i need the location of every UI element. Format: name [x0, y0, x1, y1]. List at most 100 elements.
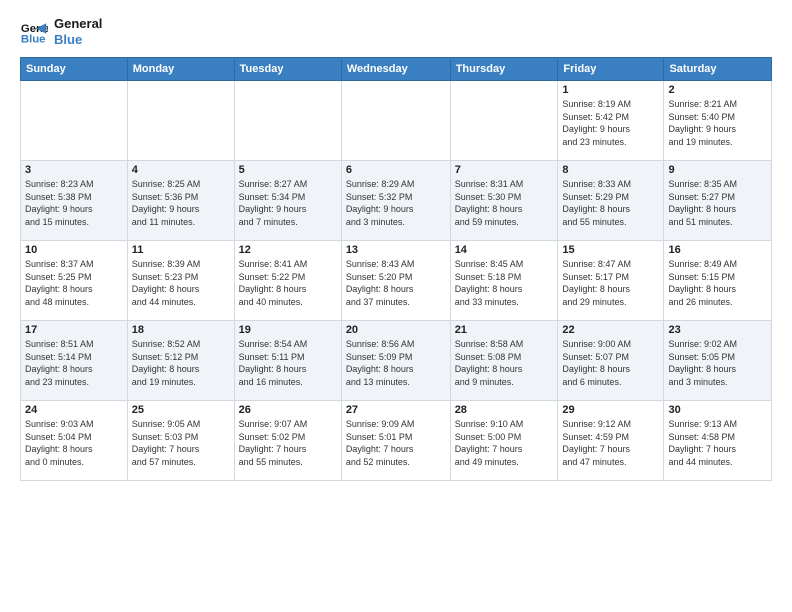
logo: General Blue General Blue — [20, 16, 102, 47]
day-number: 22 — [562, 324, 659, 336]
weekday-header-saturday: Saturday — [664, 58, 772, 81]
calendar-cell: 25 Sunrise: 9:05 AM Sunset: 5:03 PM Dayli… — [127, 401, 234, 481]
logo-text-blue: Blue — [54, 32, 102, 48]
calendar-cell: 26Sunrise: 9:07 AM Sunset: 5:02 PM Dayli… — [234, 401, 341, 481]
calendar-cell: 14 Sunrise: 8:45 AM Sunset: 5:18 PM Dayli… — [450, 241, 558, 321]
calendar-cell: 9Sunrise: 8:35 AM Sunset: 5:27 PM Daylig… — [664, 161, 772, 241]
weekday-header-monday: Monday — [127, 58, 234, 81]
calendar-cell: 4 Sunrise: 8:25 AM Sunset: 5:36 PM Daylig… — [127, 161, 234, 241]
day-info: Sunrise: 8:43 AM Sunset: 5:20 PM Dayligh… — [346, 258, 446, 308]
day-number: 6 — [346, 164, 446, 176]
calendar-cell: 21 Sunrise: 8:58 AM Sunset: 5:08 PM Dayli… — [450, 321, 558, 401]
day-info: Sunrise: 9:02 AM Sunset: 5:05 PM Dayligh… — [668, 338, 767, 388]
day-info: Sunrise: 9:12 AM Sunset: 4:59 PM Dayligh… — [562, 418, 659, 468]
day-number: 2 — [668, 84, 767, 96]
day-info: Sunrise: 8:29 AM Sunset: 5:32 PM Dayligh… — [346, 178, 446, 228]
calendar-cell: 6 Sunrise: 8:29 AM Sunset: 5:32 PM Daylig… — [341, 161, 450, 241]
calendar-week-2: 3 Sunrise: 8:23 AM Sunset: 5:38 PM Daylig… — [21, 161, 772, 241]
day-info: Sunrise: 8:58 AM Sunset: 5:08 PM Dayligh… — [455, 338, 554, 388]
calendar-cell: 27 Sunrise: 9:09 AM Sunset: 5:01 PM Dayli… — [341, 401, 450, 481]
calendar-cell: 19 Sunrise: 8:54 AM Sunset: 5:11 PM Dayli… — [234, 321, 341, 401]
calendar-week-3: 10 Sunrise: 8:37 AM Sunset: 5:25 PM Dayli… — [21, 241, 772, 321]
day-number: 7 — [455, 164, 554, 176]
day-info: Sunrise: 8:23 AM Sunset: 5:38 PM Dayligh… — [25, 178, 123, 228]
calendar-cell: 13Sunrise: 8:43 AM Sunset: 5:20 PM Dayli… — [341, 241, 450, 321]
calendar-cell: 18 Sunrise: 8:52 AM Sunset: 5:12 PM Dayli… — [127, 321, 234, 401]
calendar-cell — [450, 81, 558, 161]
day-number: 25 — [132, 404, 230, 416]
weekday-header-sunday: Sunday — [21, 58, 128, 81]
calendar-cell: 8 Sunrise: 8:33 AM Sunset: 5:29 PM Daylig… — [558, 161, 664, 241]
day-number: 9 — [668, 164, 767, 176]
day-number: 17 — [25, 324, 123, 336]
calendar-cell: 1 Sunrise: 8:19 AM Sunset: 5:42 PM Daylig… — [558, 81, 664, 161]
day-number: 27 — [346, 404, 446, 416]
calendar-week-1: 1 Sunrise: 8:19 AM Sunset: 5:42 PM Daylig… — [21, 81, 772, 161]
calendar-cell: 20 Sunrise: 8:56 AM Sunset: 5:09 PM Dayli… — [341, 321, 450, 401]
day-info: Sunrise: 8:41 AM Sunset: 5:22 PM Dayligh… — [239, 258, 337, 308]
day-number: 24 — [25, 404, 123, 416]
calendar-cell — [341, 81, 450, 161]
calendar-cell: 28Sunrise: 9:10 AM Sunset: 5:00 PM Dayli… — [450, 401, 558, 481]
day-info: Sunrise: 9:00 AM Sunset: 5:07 PM Dayligh… — [562, 338, 659, 388]
day-info: Sunrise: 8:45 AM Sunset: 5:18 PM Dayligh… — [455, 258, 554, 308]
day-number: 19 — [239, 324, 337, 336]
day-info: Sunrise: 8:21 AM Sunset: 5:40 PM Dayligh… — [668, 98, 767, 148]
day-info: Sunrise: 9:03 AM Sunset: 5:04 PM Dayligh… — [25, 418, 123, 468]
day-info: Sunrise: 8:56 AM Sunset: 5:09 PM Dayligh… — [346, 338, 446, 388]
day-number: 1 — [562, 84, 659, 96]
day-info: Sunrise: 8:49 AM Sunset: 5:15 PM Dayligh… — [668, 258, 767, 308]
day-number: 16 — [668, 244, 767, 256]
day-number: 23 — [668, 324, 767, 336]
day-info: Sunrise: 9:13 AM Sunset: 4:58 PM Dayligh… — [668, 418, 767, 468]
day-number: 14 — [455, 244, 554, 256]
day-number: 28 — [455, 404, 554, 416]
day-info: Sunrise: 8:47 AM Sunset: 5:17 PM Dayligh… — [562, 258, 659, 308]
calendar-cell: 5 Sunrise: 8:27 AM Sunset: 5:34 PM Daylig… — [234, 161, 341, 241]
day-info: Sunrise: 9:09 AM Sunset: 5:01 PM Dayligh… — [346, 418, 446, 468]
calendar-cell: 7 Sunrise: 8:31 AM Sunset: 5:30 PM Daylig… — [450, 161, 558, 241]
calendar-cell: 24 Sunrise: 9:03 AM Sunset: 5:04 PM Dayli… — [21, 401, 128, 481]
day-info: Sunrise: 8:54 AM Sunset: 5:11 PM Dayligh… — [239, 338, 337, 388]
day-number: 29 — [562, 404, 659, 416]
day-info: Sunrise: 8:39 AM Sunset: 5:23 PM Dayligh… — [132, 258, 230, 308]
weekday-header-row: SundayMondayTuesdayWednesdayThursdayFrid… — [21, 58, 772, 81]
day-info: Sunrise: 8:37 AM Sunset: 5:25 PM Dayligh… — [25, 258, 123, 308]
day-number: 4 — [132, 164, 230, 176]
logo-text-general: General — [54, 16, 102, 32]
calendar-cell — [127, 81, 234, 161]
day-info: Sunrise: 8:33 AM Sunset: 5:29 PM Dayligh… — [562, 178, 659, 228]
calendar-cell: 17Sunrise: 8:51 AM Sunset: 5:14 PM Dayli… — [21, 321, 128, 401]
day-number: 3 — [25, 164, 123, 176]
calendar-cell: 22 Sunrise: 9:00 AM Sunset: 5:07 PM Dayli… — [558, 321, 664, 401]
day-number: 12 — [239, 244, 337, 256]
weekday-header-wednesday: Wednesday — [341, 58, 450, 81]
svg-text:Blue: Blue — [21, 33, 46, 45]
day-number: 20 — [346, 324, 446, 336]
calendar-cell: 15 Sunrise: 8:47 AM Sunset: 5:17 PM Dayli… — [558, 241, 664, 321]
page-header: General Blue General Blue — [20, 16, 772, 47]
day-number: 30 — [668, 404, 767, 416]
calendar-cell: 11Sunrise: 8:39 AM Sunset: 5:23 PM Dayli… — [127, 241, 234, 321]
day-info: Sunrise: 8:25 AM Sunset: 5:36 PM Dayligh… — [132, 178, 230, 228]
day-number: 21 — [455, 324, 554, 336]
day-number: 10 — [25, 244, 123, 256]
calendar-cell — [21, 81, 128, 161]
day-number: 8 — [562, 164, 659, 176]
day-info: Sunrise: 8:19 AM Sunset: 5:42 PM Dayligh… — [562, 98, 659, 148]
day-number: 15 — [562, 244, 659, 256]
day-info: Sunrise: 8:31 AM Sunset: 5:30 PM Dayligh… — [455, 178, 554, 228]
day-info: Sunrise: 9:05 AM Sunset: 5:03 PM Dayligh… — [132, 418, 230, 468]
day-number: 18 — [132, 324, 230, 336]
day-info: Sunrise: 8:52 AM Sunset: 5:12 PM Dayligh… — [132, 338, 230, 388]
weekday-header-thursday: Thursday — [450, 58, 558, 81]
calendar-cell — [234, 81, 341, 161]
weekday-header-tuesday: Tuesday — [234, 58, 341, 81]
calendar-cell: 3 Sunrise: 8:23 AM Sunset: 5:38 PM Daylig… — [21, 161, 128, 241]
calendar-table: SundayMondayTuesdayWednesdayThursdayFrid… — [20, 57, 772, 481]
day-number: 26 — [239, 404, 337, 416]
day-number: 5 — [239, 164, 337, 176]
day-info: Sunrise: 8:27 AM Sunset: 5:34 PM Dayligh… — [239, 178, 337, 228]
calendar-cell: 2 Sunrise: 8:21 AM Sunset: 5:40 PM Daylig… — [664, 81, 772, 161]
calendar-week-4: 17Sunrise: 8:51 AM Sunset: 5:14 PM Dayli… — [21, 321, 772, 401]
